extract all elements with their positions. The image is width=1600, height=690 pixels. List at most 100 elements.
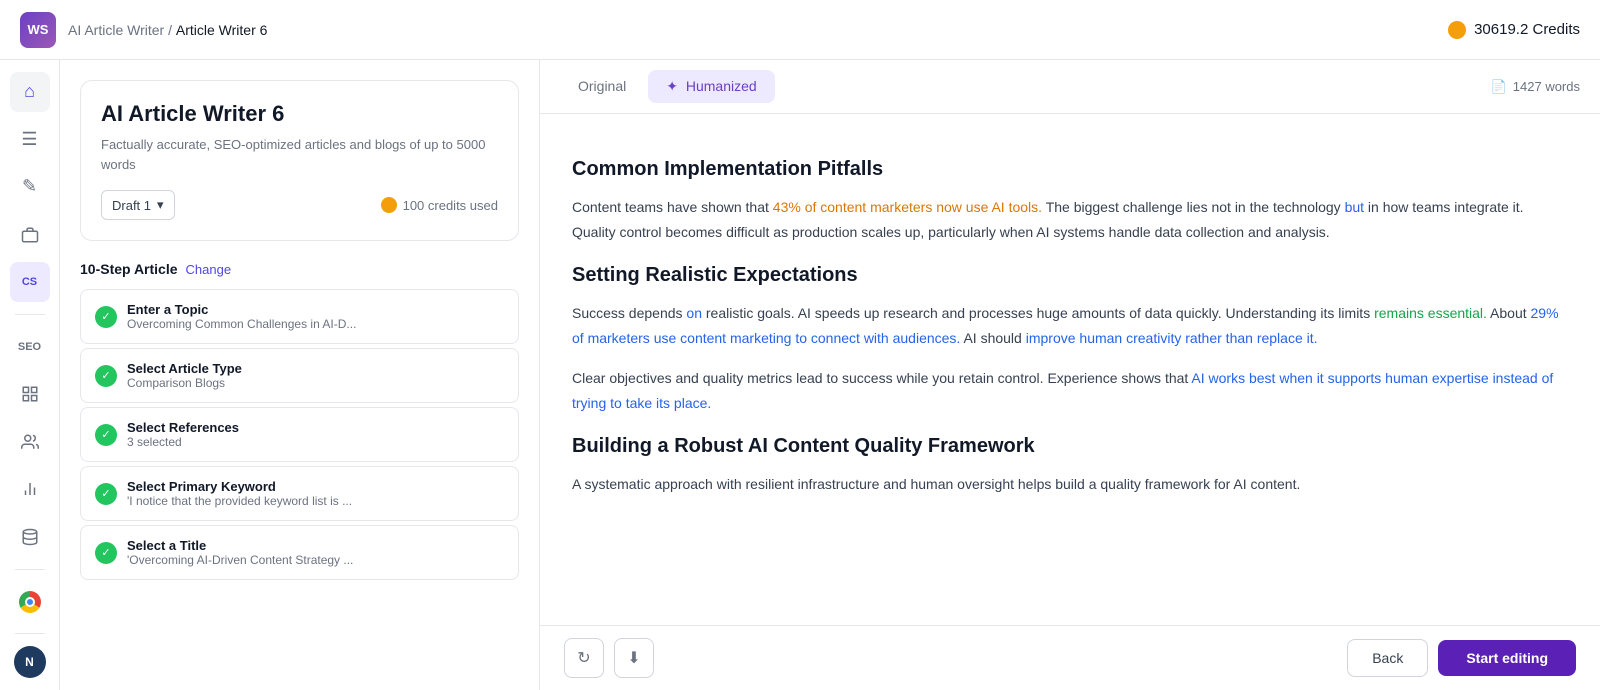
tab-humanized-label: Humanized [686, 78, 757, 94]
back-button[interactable]: Back [1347, 639, 1428, 677]
humanized-star-icon: ✦ [666, 78, 678, 94]
document-icon: 📄 [1491, 79, 1507, 95]
sidebar-item-edit[interactable]: ✎ [10, 167, 50, 207]
steps-title: 10-Step Article [80, 261, 178, 277]
section-heading-2: Setting Realistic Expectations [572, 264, 1568, 287]
footer-right: Back Start editing [1347, 639, 1576, 677]
tabs: Original ✦ Humanized [560, 70, 775, 103]
highlight-4: remains essential. [1374, 305, 1487, 321]
tab-original[interactable]: Original [560, 70, 644, 103]
sidebar-divider-3 [15, 633, 45, 634]
step-check-icon-2: ✓ [95, 365, 117, 387]
credits-used: 100 credits used [381, 197, 498, 213]
tool-footer: Draft 1 ▾ 100 credits used [101, 190, 498, 220]
user-avatar[interactable]: N [14, 646, 46, 678]
left-panel: AI Article Writer 6 Factually accurate, … [60, 60, 540, 690]
step-name-title: Select a Title [127, 538, 504, 553]
breadcrumb-separator: / [168, 22, 176, 38]
sidebar-item-chart[interactable] [10, 374, 50, 414]
sidebar-icons: ⌂ ☰ ✎ CS SEO N [0, 60, 60, 690]
section-paragraph-2-1: Success depends on realistic goals. AI s… [572, 301, 1568, 350]
sidebar-divider-2 [15, 569, 45, 570]
step-check-icon-3: ✓ [95, 424, 117, 446]
highlight-2: but [1345, 199, 1364, 215]
credits-label: 30619.2 Credits [1474, 21, 1580, 38]
step-item-article-type[interactable]: ✓ Select Article Type Comparison Blogs [80, 348, 519, 403]
credits-used-label: 100 credits used [403, 198, 498, 213]
steps-list: ✓ Enter a Topic Overcoming Common Challe… [80, 289, 519, 580]
sidebar-item-chrome[interactable] [10, 582, 50, 622]
content-header: Original ✦ Humanized 📄 1427 words [540, 60, 1600, 114]
step-content-article-type: Select Article Type Comparison Blogs [127, 361, 504, 390]
tool-description: Factually accurate, SEO-optimized articl… [101, 135, 498, 174]
step-check-icon-4: ✓ [95, 483, 117, 505]
credits-dot-icon [1448, 21, 1466, 39]
draft-label: Draft 1 [112, 198, 151, 213]
left-panel-inner: AI Article Writer 6 Factually accurate, … [60, 60, 539, 690]
sidebar-item-home[interactable]: ⌂ [10, 72, 50, 112]
word-count-label: 1427 words [1513, 79, 1580, 94]
steps-header: 10-Step Article Change [80, 261, 519, 277]
refresh-icon: ↻ [577, 648, 590, 668]
refresh-button[interactable]: ↻ [564, 638, 604, 678]
step-value-topic: Overcoming Common Challenges in AI-D... [127, 317, 504, 331]
right-panel: Original ✦ Humanized 📄 1427 words Common… [540, 60, 1600, 690]
step-name-article-type: Select Article Type [127, 361, 504, 376]
step-value-keyword: 'I notice that the provided keyword list… [127, 494, 504, 508]
sidebar-item-briefcase[interactable] [10, 215, 50, 255]
tool-title: AI Article Writer 6 [101, 101, 498, 127]
draft-select[interactable]: Draft 1 ▾ [101, 190, 175, 220]
section-paragraph-2-2: Clear objectives and quality metrics lea… [572, 366, 1568, 415]
step-content-topic: Enter a Topic Overcoming Common Challeng… [127, 302, 504, 331]
step-item-keyword[interactable]: ✓ Select Primary Keyword 'I notice that … [80, 466, 519, 521]
sidebar-item-data[interactable] [10, 517, 50, 557]
step-check-icon-5: ✓ [95, 542, 117, 564]
footer-actions: ↻ ⬇ [564, 638, 654, 678]
ws-logo: WS [20, 12, 56, 48]
section-heading-3: Building a Robust AI Content Quality Fra… [572, 435, 1568, 458]
credits-badge: 30619.2 Credits [1448, 21, 1580, 39]
content-body: Common Implementation Pitfalls Content t… [540, 114, 1600, 625]
chevron-down-icon: ▾ [157, 197, 164, 213]
sidebar-item-users[interactable] [10, 422, 50, 462]
highlight-3: on [686, 305, 702, 321]
step-value-references: 3 selected [127, 435, 504, 449]
sidebar-item-documents[interactable]: ☰ [10, 120, 50, 160]
step-content-keyword: Select Primary Keyword 'I notice that th… [127, 479, 504, 508]
section-paragraph-3-1: A systematic approach with resilient inf… [572, 472, 1568, 497]
sidebar-divider [15, 314, 45, 315]
content-footer: ↻ ⬇ Back Start editing [540, 625, 1600, 690]
steps-change-button[interactable]: Change [186, 262, 232, 277]
step-item-title[interactable]: ✓ Select a Title 'Overcoming AI-Driven C… [80, 525, 519, 580]
step-value-title: 'Overcoming AI-Driven Content Strategy .… [127, 553, 504, 567]
start-editing-button[interactable]: Start editing [1438, 640, 1576, 676]
breadcrumb-part2: Article Writer 6 [176, 22, 268, 38]
credits-coin-icon [381, 197, 397, 213]
sidebar-item-seo[interactable]: SEO [10, 327, 50, 367]
step-content-title: Select a Title 'Overcoming AI-Driven Con… [127, 538, 504, 567]
section-paragraph-1-1: Content teams have shown that 43% of con… [572, 195, 1568, 244]
download-button[interactable]: ⬇ [614, 638, 654, 678]
step-item-references[interactable]: ✓ Select References 3 selected [80, 407, 519, 462]
step-value-article-type: Comparison Blogs [127, 376, 504, 390]
step-name-topic: Enter a Topic [127, 302, 504, 317]
main-layout: ⌂ ☰ ✎ CS SEO N AI Ar [0, 60, 1600, 690]
breadcrumb: AI Article Writer / Article Writer 6 [68, 22, 267, 38]
sidebar-item-cs[interactable]: CS [10, 262, 50, 302]
breadcrumb-part1[interactable]: AI Article Writer [68, 22, 164, 38]
highlight-7: AI works best when it supports human exp… [572, 370, 1553, 411]
word-count: 📄 1427 words [1491, 79, 1580, 95]
tab-humanized[interactable]: ✦ Humanized [648, 70, 774, 103]
step-name-references: Select References [127, 420, 504, 435]
highlight-6: improve human creativity rather than rep… [1026, 330, 1318, 346]
step-check-icon: ✓ [95, 306, 117, 328]
topbar-left: WS AI Article Writer / Article Writer 6 [20, 12, 267, 48]
step-content-references: Select References 3 selected [127, 420, 504, 449]
highlight-1: 43% of content marketers now use AI tool… [773, 199, 1042, 215]
step-name-keyword: Select Primary Keyword [127, 479, 504, 494]
topbar: WS AI Article Writer / Article Writer 6 … [0, 0, 1600, 60]
tool-header-card: AI Article Writer 6 Factually accurate, … [80, 80, 519, 241]
download-icon: ⬇ [627, 648, 640, 668]
sidebar-item-analytics[interactable] [10, 470, 50, 510]
step-item-topic[interactable]: ✓ Enter a Topic Overcoming Common Challe… [80, 289, 519, 344]
